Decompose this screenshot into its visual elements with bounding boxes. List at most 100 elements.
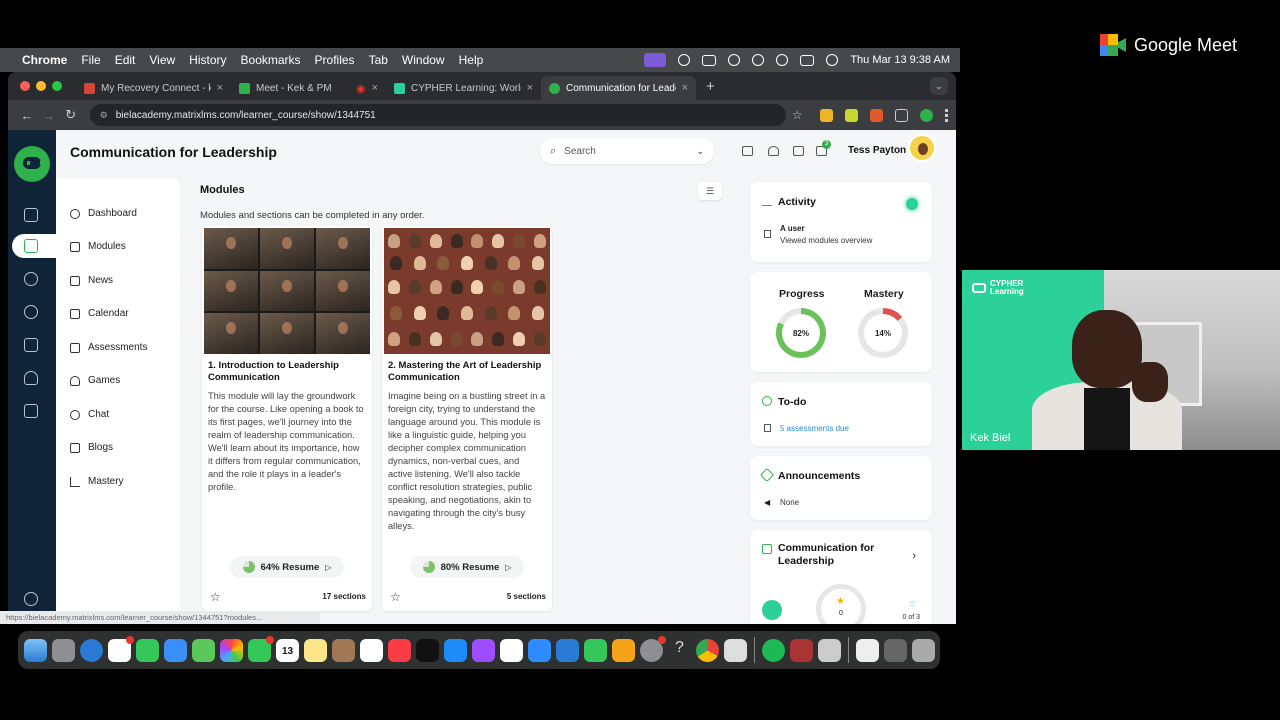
menu-window[interactable]: Window xyxy=(402,53,445,67)
browser-tab-meet[interactable]: Meet - Kek & PM ◉ × xyxy=(231,76,386,100)
site-info-icon[interactable]: ⚙ xyxy=(100,110,108,121)
play-icon[interactable] xyxy=(728,54,741,66)
close-tab-icon[interactable]: × xyxy=(682,82,688,94)
freeform-icon[interactable] xyxy=(360,638,383,662)
resume-button[interactable]: 80% Resume ▷ xyxy=(410,556,524,578)
module-card-2[interactable]: 2. Mastering the Art of Leadership Commu… xyxy=(382,226,552,611)
screenshot-icon[interactable] xyxy=(818,638,841,662)
module-card-1[interactable]: 1. Introduction to Leadership Communicat… xyxy=(202,226,372,611)
back-button[interactable]: ← xyxy=(16,108,38,123)
extension-icon[interactable] xyxy=(845,108,859,122)
news-icon[interactable] xyxy=(500,638,523,662)
participant-video-tile[interactable]: CYPHER Learning Kek Biel xyxy=(962,270,1280,450)
browser-tab-course[interactable]: Communication for Leadershi × xyxy=(541,76,696,100)
sidebar-item-mastery[interactable]: Mastery xyxy=(70,476,124,487)
favorite-star-icon[interactable]: ☆ xyxy=(210,590,221,604)
list-view-toggle-icon[interactable]: ☰ xyxy=(698,182,722,200)
apps-grid-icon[interactable] xyxy=(24,338,38,352)
close-tab-icon[interactable]: × xyxy=(217,82,223,94)
menu-edit[interactable]: Edit xyxy=(115,53,136,67)
module-title[interactable]: 1. Introduction to Leadership Communicat… xyxy=(208,360,366,384)
menu-profiles[interactable]: Profiles xyxy=(315,53,355,67)
groups-icon[interactable] xyxy=(24,305,38,319)
numbers-icon[interactable] xyxy=(584,638,607,662)
trash-icon[interactable] xyxy=(912,638,935,662)
screen-share-icon[interactable] xyxy=(644,53,667,67)
spotify-icon[interactable] xyxy=(762,638,785,662)
resume-button[interactable]: 64% Resume ▷ xyxy=(230,556,344,578)
minimize-window-button[interactable] xyxy=(36,81,46,91)
mail-icon[interactable] xyxy=(742,146,753,156)
browser-tab-recovery-connect[interactable]: My Recovery Connect - kek@ × xyxy=(76,76,231,100)
menu-view[interactable]: View xyxy=(149,53,175,67)
launchpad-icon[interactable] xyxy=(52,638,75,662)
tab-search-button[interactable]: ⌄ xyxy=(930,77,948,95)
zoom-window-button[interactable] xyxy=(52,81,62,91)
close-tab-icon[interactable]: × xyxy=(527,82,533,94)
extensions-puzzle-icon[interactable] xyxy=(895,108,909,122)
calendar-icon[interactable]: 13 xyxy=(276,638,299,662)
sidebar-item-games[interactable]: Games xyxy=(70,375,120,386)
documents-stack-icon[interactable] xyxy=(884,638,907,662)
control-center-icon[interactable] xyxy=(800,54,815,66)
app-menu[interactable]: Chrome xyxy=(22,53,67,67)
module-title[interactable]: 2. Mastering the Art of Leadership Commu… xyxy=(388,360,546,384)
url-field[interactable]: ⚙ bielacademy.matrixlms.com/learner_cour… xyxy=(89,104,787,126)
chrome-menu-icon[interactable] xyxy=(945,108,949,122)
library-icon[interactable] xyxy=(24,404,38,418)
favorite-star-icon[interactable]: ☆ xyxy=(390,590,401,604)
courses-icon[interactable] xyxy=(24,239,38,253)
browser-tab-cypher[interactable]: CYPHER Learning: World's le × xyxy=(386,76,541,100)
spotlight-search-icon[interactable] xyxy=(776,54,789,66)
menu-help[interactable]: Help xyxy=(459,53,484,67)
sidebar-item-modules[interactable]: Modules xyxy=(70,241,126,252)
forward-button[interactable]: → xyxy=(38,108,60,123)
reload-button[interactable]: ↻ xyxy=(60,107,82,123)
safari-icon[interactable] xyxy=(80,638,103,662)
sidebar-item-blogs[interactable]: Blogs xyxy=(70,442,113,453)
search-input[interactable]: ⌕ Search ⌄ xyxy=(540,138,714,164)
unknown-app-icon[interactable]: ? xyxy=(668,639,691,662)
keynote-icon[interactable] xyxy=(556,638,579,662)
maps-icon[interactable] xyxy=(192,638,215,662)
chevron-right-icon[interactable]: › xyxy=(912,550,916,562)
menu-file[interactable]: File xyxy=(81,53,100,67)
close-window-button[interactable] xyxy=(20,81,30,91)
assessments-due-link[interactable]: 5 assessments due xyxy=(780,424,849,433)
podcasts-icon[interactable] xyxy=(472,638,495,662)
avatar[interactable] xyxy=(908,134,936,162)
notifications-bell-icon[interactable] xyxy=(768,146,779,156)
matrix-logo-icon[interactable] xyxy=(14,146,50,182)
sidebar-item-chat[interactable]: Chat xyxy=(70,409,109,420)
siri-icon[interactable] xyxy=(826,54,839,66)
contacts-icon[interactable] xyxy=(332,638,355,662)
bookmark-star-icon[interactable]: ☆ xyxy=(786,108,808,122)
menubar-clock[interactable]: Thu Mar 13 9:38 AM xyxy=(850,54,950,66)
home-icon[interactable] xyxy=(24,208,38,222)
extension-new-icon[interactable] xyxy=(820,108,834,122)
help-icon[interactable] xyxy=(24,592,38,606)
messages-icon[interactable] xyxy=(136,638,159,662)
battery-icon[interactable] xyxy=(702,54,717,66)
menu-history[interactable]: History xyxy=(189,53,226,67)
menu-bookmarks[interactable]: Bookmarks xyxy=(241,53,301,67)
sidebar-item-news[interactable]: News xyxy=(70,275,113,286)
user-name[interactable]: Tess Payton xyxy=(848,145,906,156)
preview-icon[interactable] xyxy=(724,638,747,662)
catalog-icon[interactable] xyxy=(24,272,38,286)
close-tab-icon[interactable]: × xyxy=(372,82,378,94)
mail-icon[interactable] xyxy=(164,638,187,662)
system-settings-icon[interactable] xyxy=(640,635,666,662)
dictionary-icon[interactable] xyxy=(790,638,813,662)
wifi-icon[interactable] xyxy=(752,54,765,66)
app-store-icon[interactable] xyxy=(444,638,467,662)
downloads-stack-icon[interactable] xyxy=(856,638,879,662)
pages-icon[interactable] xyxy=(612,638,635,662)
facetime-icon[interactable] xyxy=(248,635,274,662)
profile-avatar-icon[interactable] xyxy=(920,108,934,122)
zoom-icon[interactable] xyxy=(528,638,551,662)
extension-maple-icon[interactable] xyxy=(870,108,884,122)
sidebar-item-dashboard[interactable]: Dashboard xyxy=(70,208,137,219)
sidebar-item-assessments[interactable]: Assessments xyxy=(70,342,147,353)
focus-icon[interactable] xyxy=(678,54,691,66)
